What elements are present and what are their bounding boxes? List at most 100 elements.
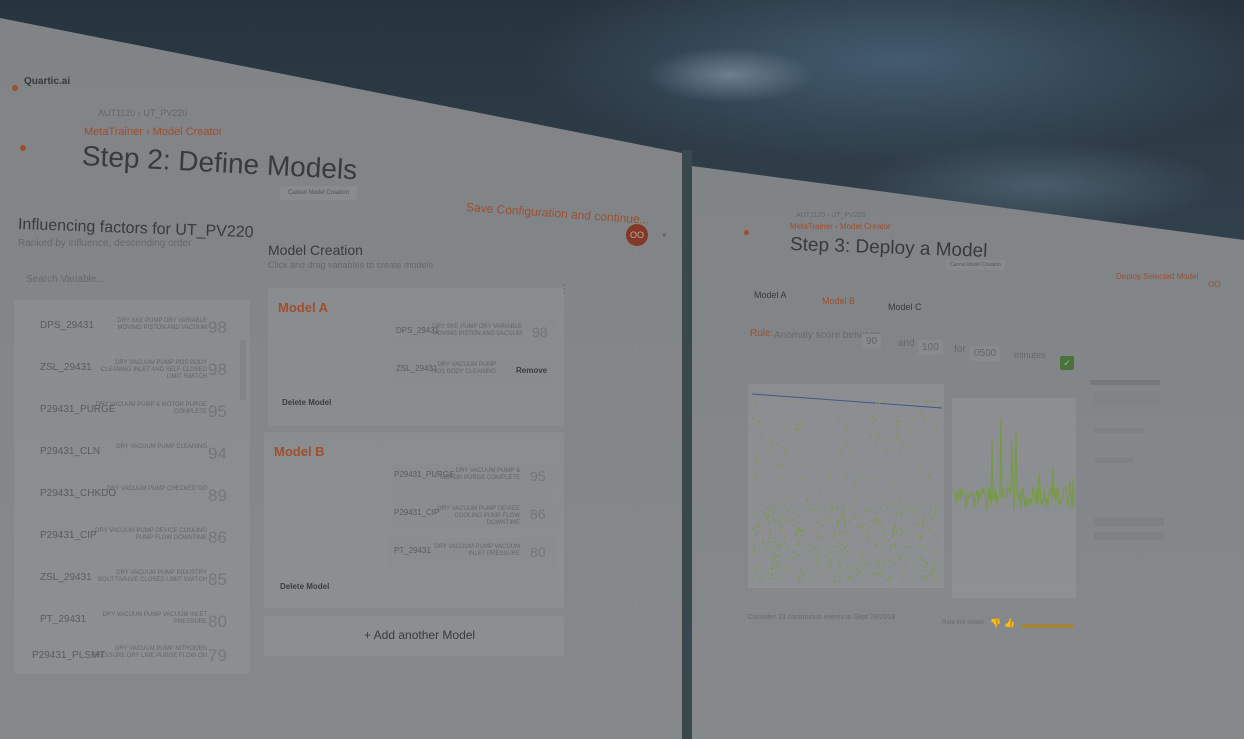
- scatter-point: [846, 530, 849, 533]
- scatter-point: [896, 512, 898, 514]
- scatter-point: [755, 533, 757, 536]
- scatter-point: [935, 512, 937, 514]
- scatter-point: [859, 571, 862, 573]
- scatter-point: [902, 442, 904, 444]
- scatter-point: [825, 417, 828, 419]
- breadcrumb[interactable]: AUT1120 › UT_PV220: [98, 108, 187, 118]
- factor-row[interactable]: P29431_CLN DRY VACUUM PUMP CLEANING 94: [14, 436, 250, 476]
- scatter-point: [937, 536, 939, 539]
- factors-list: DPS_29431 DRY SKE PUMP DRY VARIABLE MOVI…: [14, 300, 250, 674]
- model-variable[interactable]: P29431_PURGE DRY VACUUM PUMP & MOTOR PUR…: [390, 462, 556, 492]
- scatter-point: [779, 518, 782, 521]
- chevron-down-icon[interactable]: ▾: [662, 230, 667, 241]
- factor-description: DRY VACUUM PUMP VACUUM INLET PRESSURE: [102, 612, 207, 625]
- rule-from-input[interactable]: 90: [862, 334, 882, 349]
- rule-prefix: Rule:: [750, 328, 774, 339]
- scatter-point: [913, 401, 916, 403]
- thumbs-up-icon[interactable]: 👍: [1004, 618, 1015, 629]
- rule-to-input[interactable]: 100: [918, 340, 943, 355]
- toggle-option-row[interactable]: [1094, 518, 1164, 526]
- save-continue-button[interactable]: Save Configuration and continue...: [466, 200, 651, 227]
- scatter-point: [860, 542, 862, 545]
- tab-model-c[interactable]: Model C: [888, 302, 922, 312]
- factor-row[interactable]: ZSL_29431 DRY VACUUM PUMP ROS BODY CLEAN…: [14, 352, 250, 392]
- factor-row[interactable]: P29431_PURGE DRY VACUUM PUMP & MOTOR PUR…: [14, 394, 250, 434]
- scatter-point: [829, 565, 831, 568]
- factor-row[interactable]: P29431_PLSMT DRY VACUUM PUMP NITROGEN PR…: [14, 644, 250, 674]
- add-model-area[interactable]: + Add another Model: [264, 616, 564, 656]
- model-variable[interactable]: ZSL_29431 DRY VACUUM PUMP ROS BODY CLEAN…: [392, 356, 558, 386]
- scatter-point: [898, 499, 900, 501]
- scatter-point: [932, 556, 934, 559]
- model-variable[interactable]: PT_29431 DRY VACUUM PUMP VACUUM INLET PR…: [390, 538, 556, 568]
- model-variable[interactable]: P29431_CIP DRY VACUUM PUMP DEVICE COOLIN…: [390, 500, 556, 530]
- scatter-point: [883, 400, 885, 403]
- cancel-model-creation-button[interactable]: Cancel Model Creation: [280, 186, 358, 200]
- model-variable[interactable]: DPS_29431 DRY SKE PUMP DRY VARIABLE MOVI…: [392, 318, 558, 348]
- factor-row[interactable]: P29431_CIP DRY VACUUM PUMP DEVICE COOLIN…: [14, 520, 250, 560]
- scatter-point: [857, 516, 860, 518]
- scatter-point: [856, 567, 858, 569]
- scatter-point: [835, 524, 838, 527]
- scatter-point: [837, 519, 840, 522]
- scatter-point: [776, 565, 779, 568]
- scatter-point: [807, 504, 809, 507]
- deploy-selected-model-button[interactable]: Deploy Selected Model: [1116, 272, 1198, 281]
- scatter-point: [904, 546, 906, 549]
- scatter-point: [869, 564, 871, 566]
- scatter-point: [799, 425, 802, 428]
- scatter-point: [887, 539, 889, 541]
- factor-row[interactable]: ZSL_29431 DRY VACUUM PUMP INDUSTRY BOUTT…: [14, 562, 250, 602]
- scatter-point: [934, 505, 937, 508]
- factor-row[interactable]: DPS_29431 DRY SKE PUMP DRY VARIABLE MOVI…: [14, 310, 250, 350]
- scatter-point: [877, 519, 880, 522]
- delete-model-b-button[interactable]: Delete Model: [280, 582, 329, 591]
- scatter-point: [861, 528, 864, 530]
- scatter-point: [851, 577, 853, 580]
- scatter-point: [898, 555, 900, 558]
- scatter-point: [901, 531, 904, 533]
- tab-model-b[interactable]: Model B: [822, 296, 855, 306]
- variable-score: 80: [530, 544, 546, 560]
- scatter-point: [906, 426, 909, 429]
- scrollbar[interactable]: [240, 340, 246, 400]
- scatter-point: [870, 520, 873, 522]
- delete-model-a-button[interactable]: Delete Model: [282, 398, 331, 407]
- options-divider-line: [1094, 428, 1144, 433]
- toggle-option-row[interactable]: [1094, 532, 1164, 540]
- page-title: Step 2: Define Models: [81, 140, 358, 186]
- scatter-point: [906, 530, 908, 533]
- add-another-model-button[interactable]: + Add another Model: [364, 628, 475, 642]
- user-avatar[interactable]: OO: [1208, 280, 1220, 289]
- apply-rule-button[interactable]: ✓: [1060, 356, 1074, 370]
- scatter-point: [780, 478, 783, 481]
- scatter-point: [897, 506, 899, 508]
- scatter-point: [920, 534, 923, 537]
- model-select[interactable]: [1094, 392, 1160, 406]
- search-variable-input[interactable]: Search Variable...: [26, 274, 105, 285]
- scatter-point: [891, 504, 893, 506]
- scatter-point: [814, 548, 816, 550]
- scatter-point: [911, 537, 913, 539]
- factor-row[interactable]: P29431_CHKDO DRY VACUUM PUMP CHECKED DO …: [14, 478, 250, 518]
- factor-score: 85: [208, 570, 227, 589]
- cancel-model-creation-button[interactable]: Cancel Model Creation: [946, 260, 1005, 270]
- remove-variable-button[interactable]: Remove: [516, 366, 547, 375]
- scatter-point: [844, 546, 846, 549]
- scatter-point: [874, 572, 876, 575]
- factor-row[interactable]: PT_29431 DRY VACUUM PUMP VACUUM INLET PR…: [14, 604, 250, 644]
- scatter-point: [935, 566, 938, 569]
- user-avatar[interactable]: OO: [626, 224, 648, 246]
- scatter-point: [803, 529, 805, 531]
- rule-duration-input[interactable]: 0500: [970, 346, 1001, 361]
- threshold-line: [751, 393, 943, 409]
- scatter-point: [766, 518, 768, 520]
- thumbs-down-icon[interactable]: 👎: [990, 618, 1001, 629]
- scatter-point: [773, 505, 775, 507]
- scatter-point: [932, 400, 934, 402]
- tab-model-a[interactable]: Model A: [754, 290, 787, 300]
- breadcrumb[interactable]: AUT1120 › UT_PV220: [796, 212, 866, 219]
- scatter-point: [776, 562, 779, 564]
- scatter-point: [894, 522, 897, 525]
- scatter-point: [793, 400, 796, 402]
